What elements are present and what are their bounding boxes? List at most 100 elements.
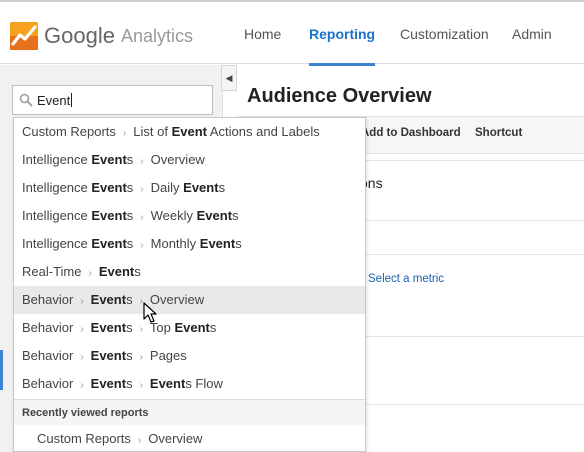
suggestion-text: Daily bbox=[150, 180, 184, 195]
suggestion-text: s bbox=[134, 264, 141, 279]
google-analytics-logo[interactable]: Google Analytics bbox=[10, 20, 193, 52]
breadcrumb-separator: › bbox=[139, 352, 143, 363]
suggestion-match: Event bbox=[199, 236, 236, 251]
suggestion-match: Event bbox=[91, 180, 127, 195]
suggestion-match: Event bbox=[171, 124, 207, 139]
shortcut-button[interactable]: Shortcut bbox=[475, 127, 522, 139]
suggestion-item[interactable]: Intelligence Events › Weekly Events bbox=[14, 202, 365, 230]
suggestion-text: Monthly bbox=[150, 236, 200, 251]
add-to-dashboard-button[interactable]: Add to Dashboard bbox=[361, 127, 461, 139]
breadcrumb-separator: › bbox=[140, 240, 144, 251]
suggestion-text: Intelligence bbox=[22, 180, 92, 195]
breadcrumb-separator: › bbox=[140, 212, 144, 223]
nav-home[interactable]: Home bbox=[244, 2, 281, 66]
suggestion-text: s bbox=[209, 320, 217, 335]
suggestion-text: Overview bbox=[150, 152, 205, 167]
suggestion-item[interactable]: Behavior › Events › Events Flow bbox=[14, 370, 365, 398]
divider bbox=[360, 336, 584, 337]
divider bbox=[360, 254, 584, 255]
search-suggestions-dropdown: Custom Reports › List of Event Actions and… bbox=[13, 117, 366, 452]
breadcrumb-separator: › bbox=[139, 324, 143, 335]
sidebar-selection-indicator bbox=[0, 350, 3, 390]
brand-analytics: Analytics bbox=[120, 25, 193, 46]
suggestion-text: Behavior bbox=[22, 348, 74, 363]
breadcrumb-separator: › bbox=[139, 380, 143, 391]
breadcrumb-separator: › bbox=[140, 156, 144, 167]
suggestion-text: Actions and Labels bbox=[206, 124, 320, 139]
suggestion-section: Custom Reports bbox=[22, 124, 116, 139]
suggestion-item[interactable]: Custom Reports › List of Event Actions and… bbox=[14, 118, 365, 146]
suggestion-item[interactable]: Intelligence Events › Monthly Events bbox=[14, 230, 365, 258]
collapse-sidebar-button[interactable]: ◀ bbox=[221, 65, 237, 91]
suggestion-text: Overview bbox=[148, 431, 203, 446]
suggestion-match: Event bbox=[91, 208, 127, 223]
search-icon bbox=[19, 93, 33, 107]
recent-report-item[interactable]: Custom Reports › Overview bbox=[14, 425, 365, 451]
suggestion-item-hovered[interactable]: Behavior › Events › Overview bbox=[14, 286, 365, 314]
suggestion-text: s bbox=[126, 320, 133, 335]
search-input-value: Event bbox=[37, 92, 71, 108]
suggestion-match: Event bbox=[174, 320, 210, 335]
suggestion-match: Event bbox=[91, 236, 127, 251]
suggestion-text: s Flow bbox=[185, 376, 223, 391]
suggestion-text: s bbox=[126, 180, 134, 195]
suggestion-text: s bbox=[218, 180, 226, 195]
suggestion-match: Event bbox=[149, 376, 186, 391]
suggestion-text: s bbox=[126, 376, 133, 391]
nav-customization[interactable]: Customization bbox=[400, 2, 489, 66]
suggestion-match: Event bbox=[90, 320, 127, 335]
page-title: Audience Overview bbox=[247, 85, 432, 107]
suggestion-match: Event bbox=[90, 348, 127, 363]
text-caret bbox=[71, 93, 73, 107]
suggestion-text: List of bbox=[133, 124, 172, 139]
breadcrumb-separator: › bbox=[88, 268, 92, 279]
breadcrumb-separator: › bbox=[137, 435, 142, 446]
divider bbox=[360, 404, 584, 405]
suggestion-text: s bbox=[126, 152, 134, 167]
suggestion-item[interactable]: Intelligence Events › Overview bbox=[14, 146, 365, 174]
suggestion-text: Custom Reports bbox=[37, 431, 131, 446]
suggestion-text: Intelligence bbox=[22, 236, 92, 251]
suggestion-item[interactable]: Real-Time › Events bbox=[14, 258, 365, 286]
divider bbox=[360, 220, 584, 221]
suggestion-text: s bbox=[126, 208, 134, 223]
breadcrumb-separator: › bbox=[80, 380, 84, 391]
suggestion-text: s bbox=[232, 208, 239, 223]
select-metric-link[interactable]: Select a metric bbox=[368, 273, 444, 285]
recently-viewed-header: Recently viewed reports bbox=[14, 399, 365, 425]
suggestion-text: Behavior bbox=[22, 292, 74, 307]
suggestion-match: Event bbox=[183, 180, 219, 195]
breadcrumb-separator: › bbox=[140, 184, 144, 195]
suggestion-item[interactable]: Behavior › Events › Pages bbox=[14, 342, 365, 370]
brand-google: Google bbox=[44, 23, 115, 48]
suggestion-text: Intelligence bbox=[22, 208, 92, 223]
collapse-left-icon: ◀ bbox=[225, 72, 233, 83]
nav-reporting[interactable]: Reporting bbox=[309, 2, 376, 66]
suggestion-text: s bbox=[126, 236, 134, 251]
suggestion-text: Behavior bbox=[22, 320, 74, 335]
suggestion-text: s bbox=[126, 348, 133, 363]
suggestion-match: Event bbox=[90, 292, 127, 307]
top-bar: Google Analytics Home Reporting Customiz… bbox=[0, 0, 584, 66]
suggestion-match: Event bbox=[98, 264, 135, 279]
suggestion-text: Behavior bbox=[22, 376, 74, 391]
suggestion-match: Event bbox=[90, 376, 127, 391]
suggestion-text: Real-Time bbox=[22, 264, 82, 279]
suggestion-item[interactable]: Intelligence Events › Daily Events bbox=[14, 174, 365, 202]
suggestion-match: Event bbox=[91, 152, 127, 167]
report-search-input[interactable]: Event bbox=[12, 85, 213, 115]
suggestion-text: Intelligence bbox=[22, 152, 92, 167]
breadcrumb-separator: › bbox=[80, 324, 84, 335]
nav-admin[interactable]: Admin bbox=[512, 2, 552, 66]
suggestion-text: s bbox=[235, 236, 242, 251]
mouse-pointer-icon bbox=[143, 302, 157, 323]
suggestion-item[interactable]: Behavior › Events › Top Events bbox=[14, 314, 365, 342]
suggestion-text: Weekly bbox=[150, 208, 197, 223]
breadcrumb-separator: › bbox=[122, 128, 127, 139]
suggestion-match: Event bbox=[196, 208, 233, 223]
divider bbox=[360, 160, 584, 161]
breadcrumb-separator: › bbox=[80, 352, 84, 363]
analytics-logo-icon bbox=[10, 22, 38, 50]
suggestion-text: s bbox=[126, 292, 133, 307]
suggestion-text: Pages bbox=[149, 348, 187, 363]
